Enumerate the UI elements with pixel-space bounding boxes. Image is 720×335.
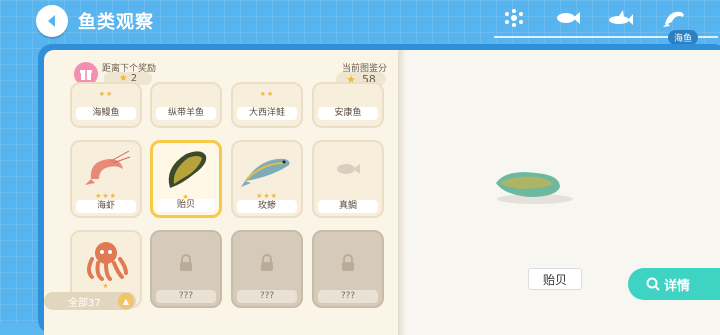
fish-name: 玫鲹	[237, 200, 297, 213]
fish-card-mussel[interactable]: ★ 贻贝	[150, 140, 222, 218]
fish-name: 贻贝	[157, 199, 215, 212]
selected-fish-name: 贻贝	[528, 268, 582, 290]
fish-name: 海虾	[76, 200, 136, 213]
details-button-label: 详情	[664, 278, 691, 294]
fish-silhouette-icon	[320, 146, 376, 192]
book-spine	[398, 50, 406, 335]
fish-card-locked[interactable]: ???	[231, 230, 303, 308]
back-button[interactable]	[36, 5, 68, 37]
selected-mussel-image	[490, 165, 580, 209]
fish-name: 大西洋鲑	[237, 107, 297, 120]
bubbles-icon	[505, 9, 523, 27]
fish-name: 真鲷	[318, 200, 378, 213]
fish-name: 纵带羊鱼	[156, 107, 216, 120]
total-count: 全部37	[68, 297, 101, 309]
rarity-stars: ★★★	[95, 192, 117, 200]
fish-card-sea-bream[interactable]: 真鲷	[312, 140, 384, 218]
back-arrow-icon	[48, 15, 55, 27]
mussel-image	[159, 147, 215, 193]
scad-image	[239, 146, 295, 192]
rarity-stars: ★★★	[256, 192, 278, 200]
fish-card-locked[interactable]: ???	[312, 230, 384, 308]
fish-name: 安康鱼	[318, 107, 378, 120]
page-title: 鱼类观察	[78, 12, 154, 33]
active-tab-label: 海鱼	[668, 30, 699, 45]
tab-dolphin[interactable]	[656, 4, 692, 32]
tab-shark[interactable]	[602, 4, 638, 32]
fish-name: 海鳗鱼	[76, 107, 136, 120]
octopus-image	[78, 236, 134, 282]
fish-name: ???	[237, 290, 297, 303]
dolphin-icon	[663, 11, 684, 27]
rarity-stars: ★	[102, 282, 110, 290]
fish-card[interactable]: ★★ 海鳗鱼	[70, 82, 142, 128]
fish-icon	[557, 12, 580, 24]
fish-card-shrimp[interactable]: ★★★ 海虾	[70, 140, 142, 218]
collapse-up-icon[interactable]: ▲	[118, 293, 134, 309]
fish-card-scad[interactable]: ★★★ 玫鲹	[231, 140, 303, 218]
fish-name: ???	[318, 290, 378, 303]
lock-icon	[342, 254, 354, 271]
fish-card[interactable]: 安康鱼	[312, 82, 384, 128]
details-button[interactable]: 详情	[628, 268, 720, 300]
fish-card[interactable]: ★★ 大西洋鲑	[231, 82, 303, 128]
shrimp-image	[78, 146, 134, 192]
fish-name: ???	[156, 290, 216, 303]
lock-icon	[180, 254, 192, 271]
rarity-stars: ★★	[98, 90, 114, 98]
rarity-stars: ★★	[259, 90, 275, 98]
fish-card[interactable]: 纵带羊鱼	[150, 82, 222, 128]
fish-card-locked[interactable]: ???	[150, 230, 222, 308]
lock-icon	[261, 254, 273, 271]
search-icon	[646, 277, 660, 291]
tab-fish[interactable]	[550, 4, 586, 32]
tab-bubbles[interactable]	[496, 4, 532, 32]
shark-icon	[609, 10, 633, 25]
